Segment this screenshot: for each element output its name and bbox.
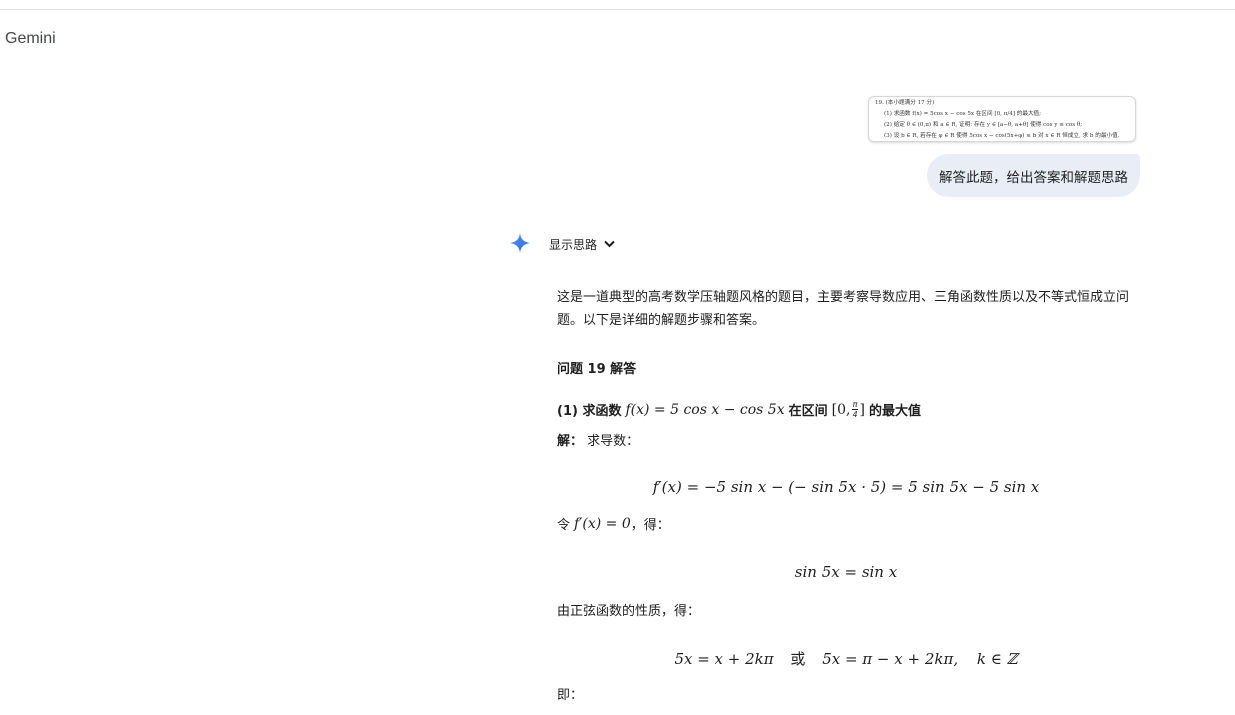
user-message-bubble: 解答此题，给出答案和解题思路: [927, 154, 1140, 197]
set-zero-line: 令 f′(x) = 0 ，得：: [557, 514, 670, 534]
part1-title-prefix: (1) 求函数: [557, 404, 622, 419]
therefore-text: 即：: [557, 688, 584, 703]
frac-denominator: 4: [852, 410, 858, 419]
solution-line: 解： 求导数：: [557, 430, 639, 449]
attached-image-thumbnail[interactable]: 19. (本小题满分 17 分) (1) 求函数 f(x) = 5cos x −…: [868, 96, 1136, 142]
equation-derivative-text: f′(x) = −5 sin x − (− sin 5x · 5) = 5 si…: [652, 478, 1040, 496]
chevron-down-icon: [604, 240, 615, 248]
attachment-line: (2) 给定 θ ∈ (0,π) 和 a ∈ R, 证明: 存在 y ∈ [a−…: [884, 122, 1083, 128]
equation-cases: 5x = x + 2kπ 或 5x = π − x + 2kπ, k ∈ ℤ: [557, 648, 1135, 669]
sine-property-text: 由正弦函数的性质，得：: [557, 604, 701, 619]
equation-derivative: f′(x) = −5 sin x − (− sin 5x · 5) = 5 si…: [557, 478, 1135, 496]
equation-k-domain: k ∈ ℤ: [976, 650, 1018, 668]
show-thinking-toggle[interactable]: 显示思路: [549, 234, 615, 254]
equation-or: 或: [790, 650, 806, 668]
equation-sin: sin 5x = sin x: [557, 563, 1135, 581]
top-divider: [0, 9, 1235, 10]
set-zero-prefix: 令: [557, 518, 571, 533]
attachment-line: (1) 求函数 f(x) = 5cos x − cos 5x 在区间 [0, π…: [884, 111, 1042, 117]
equation-case-1: 5x = x + 2kπ: [674, 650, 774, 668]
pi-over-4-fraction: π 4: [852, 400, 858, 419]
part1-title-suffix: 的最大值: [869, 404, 922, 419]
part1-title-mid: 在区间: [788, 404, 828, 419]
app-title[interactable]: Gemini: [5, 30, 56, 48]
user-message-text: 解答此题，给出答案和解题思路: [939, 169, 1128, 186]
attachment-line: (3) 设 b ∈ R, 若存在 φ ∈ R 使得 5cos x − cos(5…: [884, 133, 1120, 139]
section-title: 问题 19 解答: [557, 362, 637, 377]
frac-numerator: π: [852, 400, 858, 410]
derivative-intro: 求导数：: [587, 434, 640, 449]
interval-open: [0,: [831, 401, 851, 418]
set-zero-suffix: ，得：: [630, 518, 670, 533]
interval-close: ]: [859, 401, 866, 418]
show-thinking-label: 显示思路: [549, 237, 598, 252]
part1-function: f(x) = 5 cos x − cos 5x: [625, 401, 785, 418]
equation-case-2: 5x = π − x + 2kπ,: [822, 650, 959, 668]
part1-heading: (1) 求函数 f(x) = 5 cos x − cos 5x 在区间 [0, …: [557, 400, 921, 419]
solution-label: 解：: [557, 434, 584, 449]
gemini-sparkle-icon: [509, 232, 531, 254]
attachment-line: 19. (本小题满分 17 分): [875, 100, 935, 106]
set-zero-expr: f′(x) = 0: [574, 515, 631, 532]
equation-sin-text: sin 5x = sin x: [794, 563, 898, 581]
response-intro: 这是一道典型的高考数学压轴题风格的题目，主要考察导数应用、三角函数性质以及不等式…: [557, 290, 1130, 328]
